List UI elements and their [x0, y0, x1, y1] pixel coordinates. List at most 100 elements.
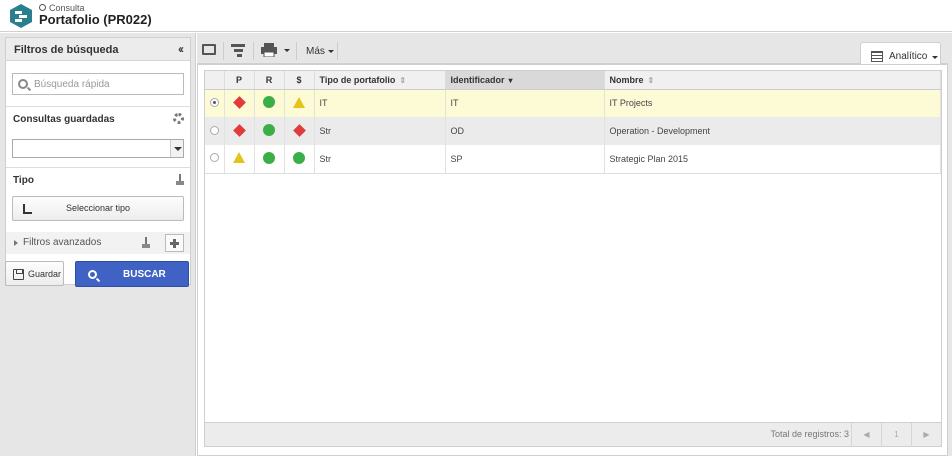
sort-icon: ⇕	[647, 75, 655, 85]
top-bar: Consulta Portafolio (PR022)	[0, 0, 952, 32]
status-cost	[284, 117, 315, 145]
column-header-label: Tipo de portafolio	[319, 74, 396, 85]
cell-tipo: Str	[314, 117, 446, 145]
status-cost	[284, 145, 315, 174]
status-p	[224, 89, 255, 117]
results-table: P R $ Tipo de portafolio ⇕ Identificador ▾…	[205, 71, 941, 174]
page-number[interactable]: 1	[881, 423, 911, 447]
column-header-label: P	[235, 74, 242, 85]
red-diamond-icon	[232, 95, 246, 109]
divider	[223, 42, 224, 60]
radio-icon	[209, 153, 219, 163]
filters-panel: Filtros de búsqueda ‹‹ Búsqueda rápida C…	[5, 37, 191, 285]
search-icon	[39, 4, 46, 11]
row-radio[interactable]	[205, 117, 225, 145]
column-header-tipo[interactable]: Tipo de portafolio ⇕	[314, 71, 446, 90]
select-type-button[interactable]: Seleccionar tipo	[12, 196, 184, 221]
results-grid: P R $ Tipo de portafolio ⇕ Identificador ▾…	[204, 70, 942, 447]
divider	[253, 42, 254, 60]
cell-nombre: Strategic Plan 2015	[604, 145, 941, 174]
cell-tipo: IT	[314, 89, 446, 117]
divider	[6, 106, 190, 107]
toolbar: Más Analítico	[197, 37, 948, 69]
cell-identificador: OD	[445, 117, 605, 145]
filters-panel-header: Filtros de búsqueda ‹‹	[6, 38, 190, 61]
row-radio[interactable]	[205, 89, 225, 117]
radio-selected-icon	[209, 97, 219, 107]
sort-descending-icon: ▾	[508, 75, 513, 85]
column-header-identificador[interactable]: Identificador ▾	[445, 71, 605, 90]
table-row[interactable]: Str SP Strategic Plan 2015	[205, 145, 941, 174]
filter-sidebar: Filtros de búsqueda ‹‹ Búsqueda rápida C…	[0, 33, 196, 456]
total-records: Total de registros: 3	[770, 429, 849, 439]
status-cost	[284, 89, 315, 117]
search-button-label: BUSCAR	[123, 269, 166, 280]
status-r	[254, 117, 285, 145]
table-row[interactable]: IT IT IT Projects	[205, 89, 941, 117]
print-button[interactable]	[261, 43, 290, 59]
green-circle-icon	[263, 96, 275, 109]
select-type-label: Seleccionar tipo	[65, 203, 131, 213]
column-header-label: Nombre	[609, 74, 644, 85]
saved-queries-select[interactable]	[12, 139, 184, 158]
sort-icon: ⇕	[399, 75, 407, 85]
column-header-label: Identificador	[450, 74, 505, 85]
add-filter-button[interactable]	[165, 234, 184, 252]
save-button-label: Guardar	[28, 269, 62, 279]
advanced-filters-label: Filtros avanzados	[23, 237, 102, 248]
chevron-down-icon	[284, 49, 290, 52]
save-icon	[13, 269, 24, 280]
prev-page-button[interactable]: ◀	[851, 423, 881, 447]
quick-search-input[interactable]: Búsqueda rápida	[12, 73, 184, 95]
green-circle-icon	[293, 151, 305, 164]
column-header-p[interactable]: P	[224, 71, 255, 90]
column-select	[205, 71, 225, 90]
table-row[interactable]: Str OD Operation - Development	[205, 117, 941, 145]
gantt-button[interactable]	[231, 43, 247, 59]
column-header-label: R	[265, 74, 273, 85]
table-footer: Total de registros: 3 ◀ 1 ▶	[205, 422, 941, 447]
cell-identificador: IT	[445, 89, 605, 117]
green-circle-icon	[263, 124, 275, 136]
filters-panel-title: Filtros de búsqueda	[14, 44, 119, 56]
radio-icon	[209, 125, 219, 135]
divider	[296, 42, 297, 60]
next-page-button[interactable]: ▶	[911, 423, 941, 447]
view-record-button[interactable]	[202, 43, 218, 59]
tree-icon	[23, 204, 32, 214]
column-header-r[interactable]: R	[254, 71, 285, 90]
clear-filter-icon[interactable]	[142, 237, 150, 249]
gantt-icon	[231, 44, 245, 57]
save-button[interactable]: Guardar	[5, 261, 64, 286]
status-r	[254, 89, 285, 117]
status-p	[224, 117, 255, 145]
table-view-icon	[871, 51, 883, 62]
yellow-triangle-icon	[233, 152, 245, 164]
row-radio[interactable]	[205, 145, 225, 174]
yellow-triangle-icon	[293, 96, 305, 108]
divider	[6, 167, 190, 168]
search-icon	[88, 270, 97, 279]
advanced-filters-toggle[interactable]: Filtros avanzados	[6, 232, 190, 254]
quick-search-placeholder: Búsqueda rápida	[34, 79, 110, 90]
chevron-down-icon[interactable]	[170, 140, 183, 157]
column-header-nombre[interactable]: Nombre ⇕	[604, 71, 941, 90]
cell-nombre: IT Projects	[604, 89, 941, 117]
cell-nombre: Operation - Development	[604, 117, 941, 145]
type-label: Tipo	[13, 175, 34, 186]
search-icon	[18, 79, 28, 89]
collapse-panel-icon[interactable]: ‹‹	[178, 42, 184, 56]
main-area: Más Analítico P R $ Tipo de portafolio ⇕…	[197, 33, 952, 456]
page-title: Portafolio (PR022)	[39, 12, 152, 27]
search-button[interactable]: BUSCAR	[75, 261, 189, 287]
column-header-cost[interactable]: $	[284, 71, 315, 90]
chevron-down-icon	[932, 56, 938, 59]
table-header-row: P R $ Tipo de portafolio ⇕ Identificador ▾…	[205, 71, 941, 90]
gear-icon[interactable]	[173, 113, 184, 124]
green-circle-icon	[263, 151, 275, 164]
clear-filter-icon[interactable]	[176, 174, 184, 186]
view-selector-label: Analítico	[889, 51, 928, 62]
red-diamond-icon	[292, 123, 306, 137]
chevron-down-icon	[328, 50, 334, 53]
app-logo-icon	[10, 4, 32, 28]
